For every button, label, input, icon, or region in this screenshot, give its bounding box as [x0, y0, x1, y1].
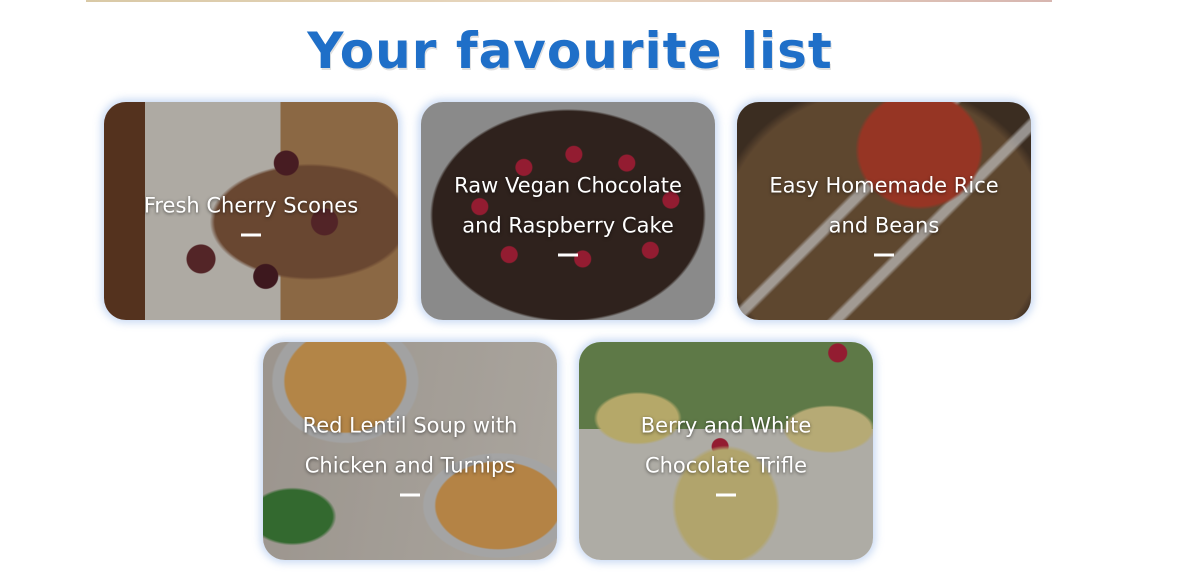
favourites-page: Your favourite list Fresh Cherry Scones …: [0, 0, 1181, 574]
recipe-title-line-1: Fresh Cherry Scones: [143, 193, 359, 218]
page-title: Your favourite list: [307, 22, 833, 80]
caption-dash: [241, 233, 261, 237]
recipe-caption: Fresh Cherry Scones: [104, 186, 398, 237]
recipe-card-easy-homemade-rice-beans[interactable]: Easy Homemade Rice and Beans: [737, 102, 1031, 320]
recipe-card-raw-vegan-chocolate-raspberry-cake[interactable]: Raw Vegan Chocolate and Raspberry Cake: [421, 102, 715, 320]
recipe-title-line-2: and Raspberry Cake: [462, 213, 674, 238]
recipe-title-line-1: Easy Homemade Rice: [769, 173, 999, 198]
recipe-title-line-2: Chocolate Trifle: [644, 453, 808, 478]
recipe-title-line-1: Red Lentil Soup with: [302, 413, 518, 438]
caption-dash: [716, 493, 736, 497]
recipe-caption: Red Lentil Soup with Chicken and Turnips: [263, 406, 557, 497]
recipe-caption: Berry and White Chocolate Trifle: [579, 406, 873, 497]
caption-dash: [558, 253, 578, 257]
recipe-title-line-2: Chicken and Turnips: [304, 453, 516, 478]
recipe-card-berry-white-chocolate-trifle[interactable]: Berry and White Chocolate Trifle: [579, 342, 873, 560]
recipe-caption: Raw Vegan Chocolate and Raspberry Cake: [421, 166, 715, 257]
caption-dash: [874, 253, 894, 257]
recipe-title-line-1: Berry and White: [640, 413, 812, 438]
recipe-title-line-1: Raw Vegan Chocolate: [454, 173, 682, 198]
recipe-card-red-lentil-soup[interactable]: Red Lentil Soup with Chicken and Turnips: [263, 342, 557, 560]
top-divider: [86, 0, 1052, 2]
recipe-card-fresh-cherry-scones[interactable]: Fresh Cherry Scones: [104, 102, 398, 320]
recipe-title-line-2: and Beans: [828, 213, 940, 238]
recipe-caption: Easy Homemade Rice and Beans: [737, 166, 1031, 257]
caption-dash: [400, 493, 420, 497]
